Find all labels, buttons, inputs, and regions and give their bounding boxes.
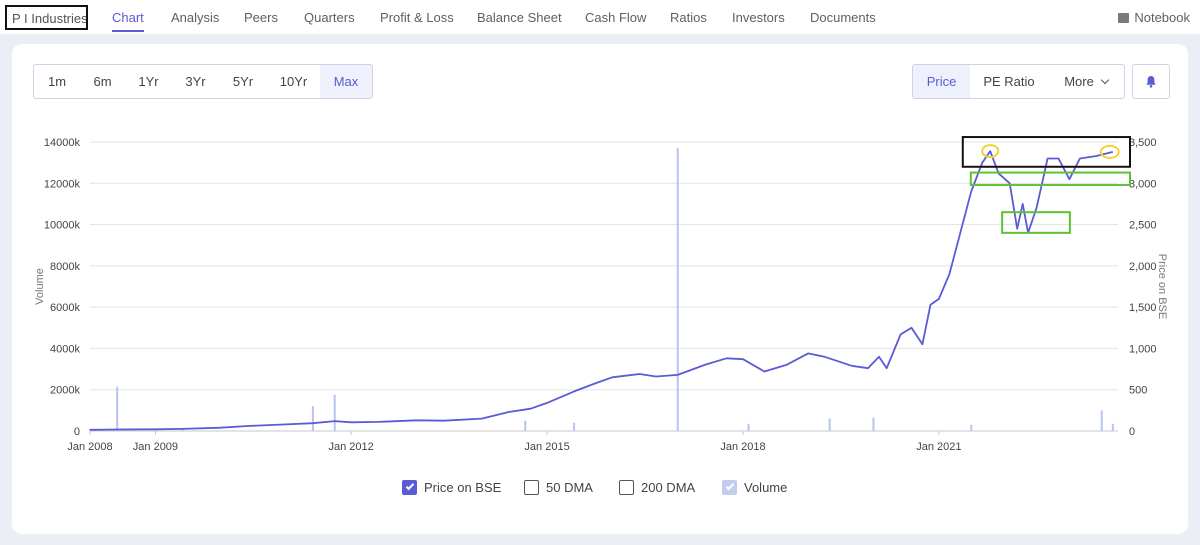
chart-legend: Price on BSE 50 DMA 200 DMA Volume	[0, 480, 1200, 500]
tab-cash-flow[interactable]: Cash Flow	[585, 10, 646, 25]
tab-investors[interactable]: Investors	[732, 10, 785, 25]
legend-200-dma[interactable]: 200 DMA	[619, 480, 695, 495]
tab-ratios[interactable]: Ratios	[670, 10, 707, 25]
checkbox-checked-icon	[722, 480, 737, 495]
volume-bar	[333, 394, 336, 431]
tab-quarters[interactable]: Quarters	[304, 10, 355, 25]
y-left-axis-title: Volume	[34, 268, 46, 305]
checkbox-checked-icon	[402, 480, 417, 495]
volume-bar	[872, 417, 875, 431]
y-left-tick-label: 4000k	[50, 343, 80, 355]
price-volume-chart[interactable]: 0 0 2000k 500 4000k 1,000 6000k 1,500 8000k 2,000…	[0, 44, 1200, 464]
y-left-tick-label: 0	[74, 426, 80, 438]
legend-label: Price on BSE	[424, 480, 502, 495]
notebook-link[interactable]: Notebook	[1118, 10, 1190, 25]
y-left-tick-label: 14000k	[44, 137, 81, 149]
tab-balance-sheet[interactable]: Balance Sheet	[477, 10, 562, 25]
y-right-tick-label: 3,500	[1129, 137, 1157, 149]
tab-analysis[interactable]: Analysis	[171, 10, 219, 25]
volume-bar	[524, 420, 527, 431]
legend-label: 200 DMA	[641, 480, 696, 495]
y-right-tick-label: 1,500	[1129, 302, 1157, 314]
legend-price-on-bse[interactable]: Price on BSE	[402, 480, 501, 495]
price-line	[89, 150, 1114, 431]
active-tab-indicator	[112, 30, 144, 32]
volume-bar	[1111, 423, 1114, 431]
x-tick-label: Jan 2018	[720, 441, 765, 453]
volume-bar	[676, 148, 679, 431]
tab-documents[interactable]: Documents	[810, 10, 876, 25]
volume-bar	[1100, 410, 1103, 431]
y-right-tick-label: 2,000	[1129, 261, 1157, 273]
y-right-tick-label: 2,500	[1129, 220, 1157, 232]
x-tick-label: Jan 2008	[67, 441, 112, 453]
legend-label: Volume	[744, 480, 788, 495]
legend-label: 50 DMA	[546, 480, 593, 495]
volume-bar	[828, 418, 831, 431]
legend-volume[interactable]: Volume	[722, 480, 787, 495]
tab-chart[interactable]: Chart	[112, 10, 144, 25]
x-tick-label: Jan 2012	[329, 441, 374, 453]
x-tick-label: Jan 2021	[916, 441, 961, 453]
notebook-label: Notebook	[1134, 10, 1190, 25]
checkbox-unchecked-icon	[619, 480, 634, 495]
x-tick-label: Jan 2015	[524, 441, 569, 453]
x-tick-label: Jan 2009	[133, 441, 178, 453]
y-left-tick-label: 6000k	[50, 302, 80, 314]
y-left-tick-label: 10000k	[44, 220, 81, 232]
top-navigation: P I Industries Chart Analysis Peers Quar…	[0, 0, 1200, 34]
y-right-tick-label: 1,000	[1129, 343, 1157, 355]
y-right-axis-title: Price on BSE	[1156, 254, 1168, 319]
volume-bar	[311, 406, 314, 431]
book-icon	[1118, 13, 1130, 23]
volume-bar	[970, 424, 973, 431]
y-left-tick-label: 8000k	[50, 261, 80, 273]
y-left-tick-label: 2000k	[50, 385, 80, 397]
volume-bar	[116, 386, 119, 431]
y-left-tick-label: 12000k	[44, 178, 81, 190]
tab-profit-loss[interactable]: Profit & Loss	[380, 10, 454, 25]
volume-bar	[747, 423, 750, 431]
annotation-box	[1001, 211, 1071, 234]
company-name[interactable]: P I Industries	[5, 5, 88, 30]
y-right-tick-label: 3,000	[1129, 178, 1157, 190]
y-right-tick-label: 0	[1129, 426, 1135, 438]
tab-peers[interactable]: Peers	[244, 10, 278, 25]
checkbox-unchecked-icon	[524, 480, 539, 495]
legend-50-dma[interactable]: 50 DMA	[524, 480, 593, 495]
volume-bar	[573, 422, 576, 431]
y-right-tick-label: 500	[1129, 385, 1147, 397]
